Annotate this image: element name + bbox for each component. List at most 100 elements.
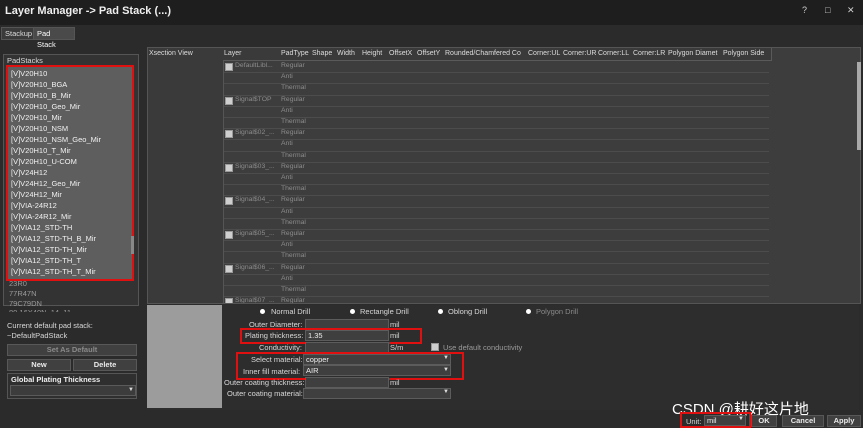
- grid-scrollbar[interactable]: [857, 62, 861, 150]
- radio-icon[interactable]: [260, 309, 265, 314]
- list-item[interactable]: [V]V20H10_Geo_Mir: [11, 101, 80, 112]
- list-item[interactable]: [V]V24H12_Geo_Mir: [11, 178, 80, 189]
- padtype-cell[interactable]: Regular: [281, 196, 305, 203]
- list-item[interactable]: [V]V24H12_Mir: [11, 189, 62, 200]
- checkbox-icon[interactable]: [225, 264, 233, 273]
- list-item[interactable]: [V]VIA12_STD-TH_Mir: [11, 244, 87, 255]
- checkbox-icon[interactable]: [225, 197, 233, 206]
- checkbox-icon[interactable]: [225, 163, 233, 172]
- rectangle-drill-option[interactable]: Rectangle Drill: [360, 307, 409, 316]
- list-item[interactable]: [V]VIA12_STD-TH_B_Mir: [11, 233, 96, 244]
- column-header[interactable]: Rounded/Chamfered Co: [444, 48, 528, 61]
- list-item[interactable]: [V]V24H12: [11, 167, 47, 178]
- list-item[interactable]: [V]V20H10_NSM: [11, 123, 68, 134]
- column-header[interactable]: OffsetX: [388, 48, 417, 61]
- table-row: [224, 139, 769, 141]
- padtype-cell[interactable]: Thermal: [281, 252, 306, 259]
- cancel-button[interactable]: Cancel: [782, 415, 824, 427]
- use-default-conductivity-label[interactable]: Use default conductivity: [443, 343, 522, 352]
- close-icon[interactable]: ✕: [847, 5, 855, 16]
- column-header[interactable]: Height: [361, 48, 389, 61]
- list-item[interactable]: [V]VIA-24R12_Mir: [11, 211, 71, 222]
- tab-pad-stack[interactable]: Pad Stack: [33, 27, 75, 49]
- column-header[interactable]: OffsetY: [416, 48, 445, 61]
- padtype-cell[interactable]: Anti: [281, 275, 293, 282]
- checkbox-icon[interactable]: [225, 63, 233, 71]
- new-button[interactable]: New: [7, 359, 71, 371]
- tab-stackup[interactable]: Stackup: [1, 27, 37, 40]
- list-scrollbar[interactable]: [131, 236, 134, 254]
- list-item[interactable]: [V]V20H10_NSM_Geo_Mir: [11, 134, 101, 145]
- padtype-cell[interactable]: Thermal: [281, 84, 306, 91]
- padtype-cell[interactable]: Regular: [281, 297, 305, 303]
- list-item[interactable]: [V]V20H10_U-COM: [11, 156, 77, 167]
- restore-icon[interactable]: □: [825, 5, 830, 15]
- outer-coating-thickness-input[interactable]: [305, 377, 389, 388]
- radio-icon[interactable]: [350, 309, 355, 314]
- column-header[interactable]: Width: [336, 48, 362, 61]
- help-icon[interactable]: ?: [802, 5, 807, 15]
- padtype-cell[interactable]: Regular: [281, 230, 305, 237]
- outer-coating-thickness-label: Outer coating thickness:: [224, 378, 305, 387]
- polygon-drill-option[interactable]: Polygon Drill: [536, 307, 578, 316]
- delete-button[interactable]: Delete: [73, 359, 137, 371]
- padtype-cell[interactable]: Anti: [281, 73, 293, 80]
- list-item[interactable]: [V]V20H10_T_Mir: [11, 145, 71, 156]
- list-item[interactable]: 77R47N: [9, 289, 37, 299]
- list-item[interactable]: [V]V20H10_B_Mir: [11, 90, 71, 101]
- layer-name: Signal$03_...: [235, 162, 275, 170]
- outer-coating-material-dropdown[interactable]: [303, 388, 451, 399]
- padtype-cell[interactable]: Regular: [281, 96, 305, 103]
- padtype-cell[interactable]: Regular: [281, 264, 305, 271]
- table-row: [224, 206, 769, 208]
- oblong-drill-option[interactable]: Oblong Drill: [448, 307, 487, 316]
- list-item[interactable]: [V]VIA-24R12: [11, 200, 57, 211]
- column-header[interactable]: Shape: [311, 48, 337, 61]
- column-header[interactable]: Corner:LL: [597, 48, 633, 61]
- padstack-grid[interactable]: Xsection View Layer PadType Shape Width …: [147, 47, 861, 304]
- checkbox-icon[interactable]: [225, 130, 233, 139]
- column-header[interactable]: Corner:LR: [632, 48, 668, 61]
- list-item[interactable]: [V]VIA12_STD-TH_T_Mir: [11, 266, 96, 277]
- radio-icon[interactable]: [526, 309, 531, 314]
- padtype-cell[interactable]: Thermal: [281, 185, 306, 192]
- list-item[interactable]: 23R0: [9, 279, 27, 289]
- column-header[interactable]: Corner:UR: [562, 48, 598, 61]
- list-item[interactable]: [V]VIA12_STD-TH_T: [11, 255, 81, 266]
- padstack-selection[interactable]: [V]V20H10 [V]V20H10_BGA [V]V20H10_B_Mir …: [6, 65, 134, 281]
- list-item[interactable]: [V]VIA12_STD-TH: [11, 222, 72, 233]
- radio-icon[interactable]: [438, 309, 443, 314]
- padtype-cell[interactable]: Anti: [281, 208, 293, 215]
- checkbox-icon[interactable]: [225, 298, 233, 303]
- padtype-cell[interactable]: Thermal: [281, 118, 306, 125]
- set-as-default-button[interactable]: Set As Default: [7, 344, 137, 356]
- list-item[interactable]: [V]V20H10_Mir: [11, 112, 62, 123]
- normal-drill-option[interactable]: Normal Drill: [271, 307, 310, 316]
- padtype-cell[interactable]: Anti: [281, 174, 293, 181]
- padtype-cell[interactable]: Anti: [281, 107, 293, 114]
- padtype-cell[interactable]: Regular: [281, 62, 305, 69]
- column-header[interactable]: Layer: [223, 48, 281, 61]
- padtype-cell[interactable]: Regular: [281, 129, 305, 136]
- checkbox-icon[interactable]: [431, 343, 439, 351]
- padtype-cell[interactable]: Thermal: [281, 286, 306, 293]
- column-header[interactable]: PadType: [280, 48, 312, 61]
- padtype-cell[interactable]: Thermal: [281, 219, 306, 226]
- column-header[interactable]: Polygon Side: [722, 48, 772, 61]
- layer-name: Signal$05_...: [235, 230, 275, 237]
- checkbox-icon[interactable]: [225, 231, 233, 239]
- padtype-cell[interactable]: Thermal: [281, 152, 306, 159]
- ok-button[interactable]: OK: [751, 415, 777, 427]
- checkbox-icon[interactable]: [225, 96, 233, 105]
- global-plating-select[interactable]: ▼: [10, 385, 136, 396]
- column-header[interactable]: Corner:UL: [527, 48, 563, 61]
- list-item[interactable]: [V]V20H10: [11, 68, 47, 79]
- padtype-cell[interactable]: Regular: [281, 163, 305, 170]
- column-header[interactable]: Polygon Diamet: [667, 48, 723, 61]
- list-item[interactable]: 80.16X40N_14_11: [9, 308, 71, 312]
- list-item[interactable]: [V]V20H10_BGA: [11, 79, 67, 90]
- padtype-cell[interactable]: Anti: [281, 140, 293, 147]
- apply-button[interactable]: Apply: [827, 415, 861, 427]
- padtype-cell[interactable]: Anti: [281, 241, 293, 248]
- table-row: [224, 94, 769, 96]
